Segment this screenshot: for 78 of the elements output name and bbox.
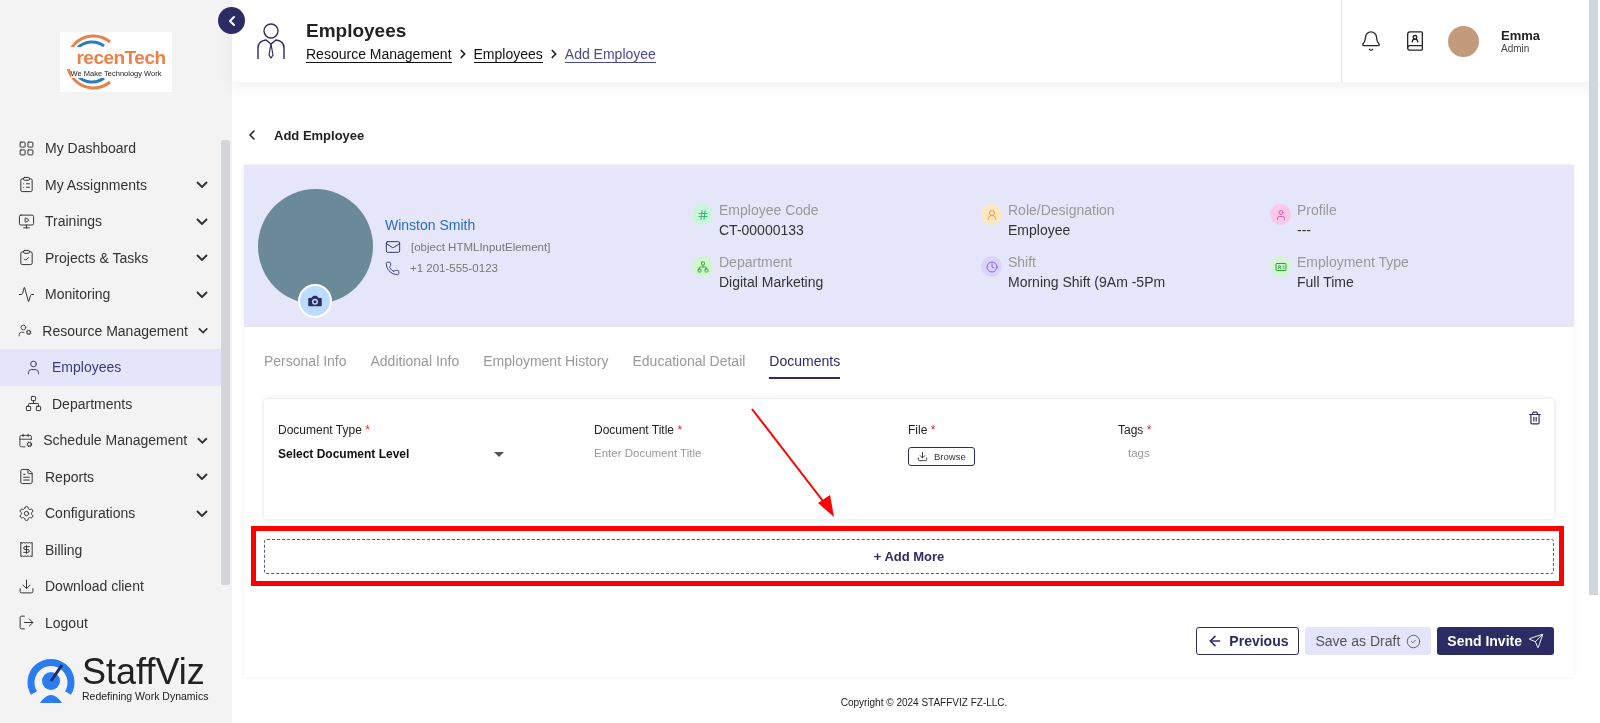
collapse-button[interactable] <box>218 7 245 34</box>
field-label: Document Type * <box>278 423 371 437</box>
sidebar-item[interactable]: Monitoring <box>0 276 222 313</box>
input-field[interactable]: Enter Document Title <box>594 447 814 459</box>
send-invite-button[interactable]: Send Invite <box>1437 627 1554 655</box>
detail-label: Shift <box>1008 254 1037 270</box>
menu-icon <box>18 431 34 449</box>
sidebar-item[interactable]: Trainings <box>0 203 222 240</box>
menu-icon <box>18 504 35 522</box>
scrollbar[interactable] <box>1589 0 1598 595</box>
avatar[interactable] <box>1447 25 1479 57</box>
sidebar-item[interactable]: Download client <box>0 568 222 605</box>
menu-icon <box>18 176 35 194</box>
user-role: Admin <box>1500 43 1531 54</box>
detail-value: CT-00000133 <box>719 222 805 238</box>
menu-icon <box>18 541 35 559</box>
user-name: Emma <box>1500 28 1540 43</box>
sidebar-item[interactable]: Configurations <box>0 495 222 532</box>
employee-name: Winston Smith <box>385 216 477 233</box>
sidebar-item[interactable]: Billing <box>0 531 222 568</box>
download-icon <box>917 451 928 462</box>
detail-value: Full Time <box>1297 274 1355 290</box>
save-draft-button[interactable]: Save as Draft <box>1305 627 1432 655</box>
add-more-button[interactable]: + Add More <box>264 539 1554 574</box>
field-label: File * <box>908 423 937 437</box>
browse-button[interactable]: Browse <box>908 447 975 466</box>
menu-icon <box>18 614 35 632</box>
sidebar-item[interactable]: Reports <box>0 458 222 495</box>
sidebar-item[interactable]: Logout <box>0 604 222 641</box>
menu-icon <box>25 358 42 376</box>
logo-text: recenTech <box>66 46 166 69</box>
brand-name: StaffViz <box>82 654 206 690</box>
employee-icon <box>256 22 286 60</box>
sidebar-item[interactable]: My Dashboard <box>0 130 222 167</box>
field-label: Tags * <box>1118 423 1153 437</box>
breadcrumb-link[interactable]: Employees <box>473 45 543 63</box>
detail-label: Department <box>719 254 794 270</box>
breadcrumb-link[interactable]: Resource Management <box>306 45 452 63</box>
menu-icon <box>18 577 35 595</box>
detail-label: Profile <box>1297 202 1337 218</box>
menu-icon <box>18 249 35 267</box>
detail-value: Employee <box>1008 222 1072 238</box>
scrollbar[interactable] <box>221 140 230 585</box>
menu-icon <box>18 285 35 303</box>
sidebar-item[interactable]: Departments <box>0 385 222 422</box>
previous-button[interactable]: Previous <box>1196 627 1300 655</box>
select-field[interactable]: Select Document Level <box>278 447 504 461</box>
menu-icon <box>18 212 35 230</box>
field-label: Document Title * <box>594 423 684 437</box>
bell-icon[interactable] <box>1359 30 1382 52</box>
phone-icon <box>385 260 400 276</box>
sidebar-item[interactable]: Employees <box>0 349 222 386</box>
detail-value: Digital Marketing <box>719 274 824 290</box>
copyright-text: Copyright © 2024 STAFFVIZ FZ-LLC. <box>839 697 1009 708</box>
detail-label: Role/Designation <box>1008 202 1115 218</box>
menu-icon <box>25 395 42 413</box>
sidebar-item[interactable]: My Assignments <box>0 166 222 203</box>
send-icon <box>1528 633 1544 649</box>
sidebar-item[interactable]: Resource Management <box>0 312 222 349</box>
employee-phone: +1 201-555-0123 <box>410 262 498 274</box>
menu-icon <box>18 468 35 486</box>
mail-icon <box>385 238 401 255</box>
detail-value: --- <box>1297 222 1312 238</box>
brand-tagline: Redefining Work Dynamics <box>82 690 209 702</box>
page-title: Employees <box>306 19 408 42</box>
tags-field[interactable]: tags <box>1118 447 1238 459</box>
section-title: Add Employee <box>274 127 365 143</box>
tab[interactable]: Documents <box>769 353 841 379</box>
check-circle-icon <box>1406 633 1422 649</box>
camera-button[interactable] <box>298 283 332 318</box>
detail-label: Employment Type <box>1297 254 1409 270</box>
sidebar-item[interactable]: Schedule Management <box>0 422 222 459</box>
detail-value: Morning Shift (9Am -5Pm <box>1008 274 1166 290</box>
sidebar-item[interactable]: Projects & Tasks <box>0 239 222 276</box>
employee-email: [object HTMLInputElement] <box>411 240 551 253</box>
detail-label: Employee Code <box>719 202 819 218</box>
breadcrumb-link[interactable]: Add Employee <box>564 45 656 63</box>
menu-icon <box>18 139 35 157</box>
